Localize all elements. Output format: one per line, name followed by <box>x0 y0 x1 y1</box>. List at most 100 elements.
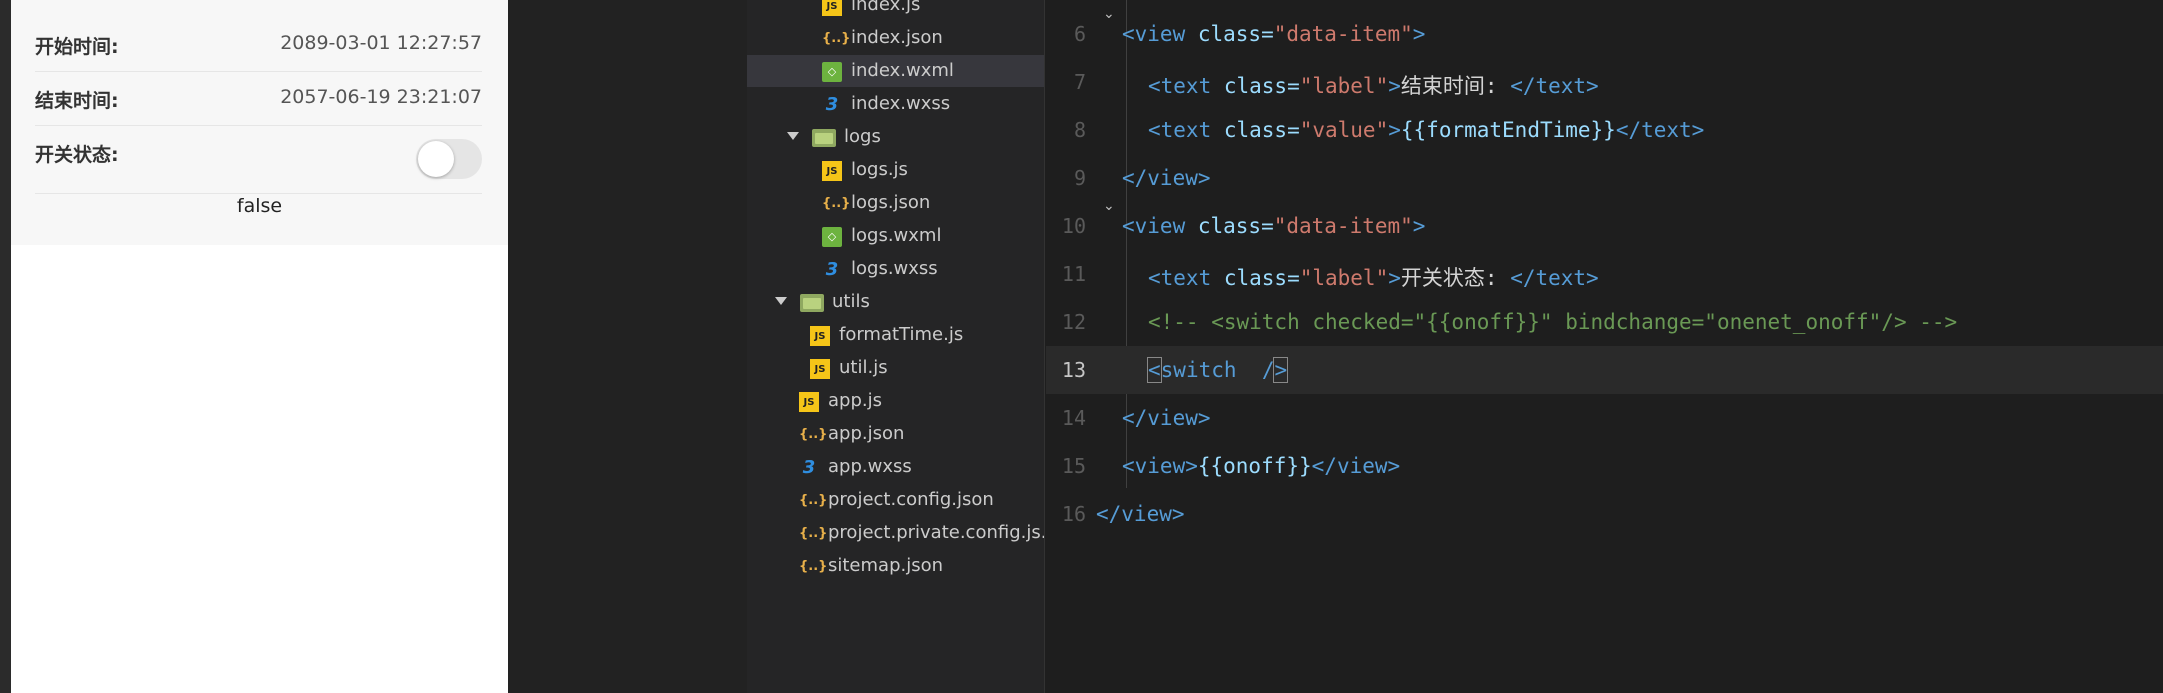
tree-item-label: app.js <box>828 390 882 411</box>
tree-item-label: utils <box>832 291 870 312</box>
tree-file-app-js[interactable]: JS app.js <box>747 385 1044 417</box>
tree-item-label: index.wxml <box>851 60 954 81</box>
code-token: <text <box>1148 74 1224 98</box>
code-token: > <box>1388 266 1401 290</box>
code-token: class= <box>1223 118 1300 142</box>
code-text: <text class="label">结束时间: </text> <box>1148 70 1599 100</box>
code-text: <text class="value">{{formatEndTime}}</t… <box>1148 118 1704 142</box>
code-token: </view> <box>1311 454 1401 478</box>
json-file-icon: {..} <box>799 427 828 442</box>
code-token: class= <box>1223 266 1300 290</box>
tree-file-index-json[interactable]: {..} index.json <box>747 22 1044 54</box>
code-token: </text> <box>1615 118 1705 142</box>
json-file-icon: {..} <box>799 493 828 508</box>
line-number: 8 <box>1073 118 1086 142</box>
fold-chevron-icon[interactable]: ⌄ <box>1103 198 1115 214</box>
code-text: <text class="label">开关状态: </text> <box>1148 262 1599 292</box>
code-token: </text> <box>1510 266 1599 290</box>
tree-file-app-json[interactable]: {..} app.json <box>747 418 1044 450</box>
tree-item-label: logs.js <box>851 159 908 180</box>
fold-chevron-icon[interactable]: ⌄ <box>1103 6 1115 22</box>
code-line-6[interactable]: 6 ⌄ <view class="data-item"> <box>1046 6 2163 58</box>
code-token: {{onoff}} <box>1197 454 1312 478</box>
code-line-14[interactable]: 14 </view> <box>1046 394 2163 442</box>
code-line-10[interactable]: 10 ⌄ <view class="data-item"> <box>1046 198 2163 250</box>
line-number: 12 <box>1061 310 1086 334</box>
code-text: <!-- <switch checked="{{onoff}}" bindcha… <box>1148 310 1957 334</box>
end-time-value: 2057-06-19 23:21:07 <box>280 86 482 108</box>
code-token: "label" <box>1299 266 1389 290</box>
code-token: </view> <box>1122 406 1211 430</box>
code-token: > <box>1388 74 1401 98</box>
code-text: <view class="data-item"> <box>1122 22 1425 46</box>
tree-item-label: formatTime.js <box>839 324 964 345</box>
code-token: "data-item" <box>1273 22 1413 46</box>
js-file-icon: JS <box>810 359 830 379</box>
code-token: {{formatEndTime}} <box>1400 118 1616 142</box>
js-file-icon: JS <box>822 161 842 181</box>
tree-file-logs-wxml[interactable]: ◇ logs.wxml <box>747 220 1044 252</box>
json-file-icon: {..} <box>822 196 851 211</box>
tree-item-label: project.config.json <box>828 489 994 510</box>
tree-item-label: app.wxss <box>828 456 912 477</box>
expand-arrow-icon[interactable] <box>775 297 787 305</box>
data-list: 开始时间: 2089-03-01 12:27:57 结束时间: 2057-06-… <box>11 0 508 245</box>
code-token: "data-item" <box>1273 214 1413 238</box>
tree-file-logs-json[interactable]: {..} logs.json <box>747 187 1044 219</box>
tree-file-sitemap-json[interactable]: {..} sitemap.json <box>747 550 1044 582</box>
tree-item-label: util.js <box>839 357 888 378</box>
code-line-12[interactable]: 12 <!-- <switch checked="{{onoff}}" bindc… <box>1046 298 2163 346</box>
tree-file-logs-js[interactable]: JS logs.js <box>747 154 1044 186</box>
dark-gap-panel <box>508 0 747 693</box>
code-token: class= <box>1197 214 1274 238</box>
line-number: 14 <box>1061 406 1086 430</box>
code-editor[interactable]: 6 ⌄ <view class="data-item"> 7 <text class="… <box>1046 0 2163 693</box>
tree-folder-utils[interactable]: utils <box>747 286 1044 318</box>
tree-file-index-wxss[interactable]: 3 index.wxss <box>747 88 1044 120</box>
line-number: 15 <box>1061 454 1086 478</box>
tree-item-label: sitemap.json <box>828 555 944 576</box>
js-file-icon: JS <box>810 326 830 346</box>
tree-folder-logs[interactable]: logs <box>747 121 1044 153</box>
wxss-file-icon: 3 <box>802 457 816 478</box>
code-text: <switch /> <box>1147 357 1289 383</box>
switch-toggle[interactable] <box>416 139 482 179</box>
line-number: 7 <box>1073 70 1086 94</box>
code-token: </view> <box>1096 502 1185 526</box>
start-time-value: 2089-03-01 12:27:57 <box>280 32 482 54</box>
tree-file-util-js[interactable]: JS util.js <box>747 352 1044 384</box>
tree-file-index-js[interactable]: JS index.js <box>747 0 1044 21</box>
code-line-7[interactable]: 7 <text class="label">结束时间: </text> <box>1046 58 2163 106</box>
code-line-9[interactable]: 9 </view> <box>1046 154 2163 202</box>
onoff-value-text: false <box>236 195 283 217</box>
line-number: 6 <box>1073 22 1086 46</box>
code-token: <view <box>1122 22 1198 46</box>
code-token: </view> <box>1122 166 1211 190</box>
tree-file-formattime-js[interactable]: JS formatTime.js <box>747 319 1044 351</box>
code-token: 结束时间: <box>1400 74 1511 98</box>
code-line-16[interactable]: 16 </view> <box>1046 490 2163 538</box>
code-text: </view> <box>1096 502 1185 526</box>
tree-file-app-wxss[interactable]: 3 app.wxss <box>747 451 1044 483</box>
code-token: class= <box>1223 74 1300 98</box>
code-line-13[interactable]: 13 <switch /> <box>1046 346 2163 394</box>
file-explorer: JS index.js {..} index.json ◇ index.wxml 3 inde… <box>747 0 1045 693</box>
code-text: <view class="data-item"> <box>1122 214 1425 238</box>
wxml-file-icon: ◇ <box>822 62 842 82</box>
wxml-file-icon: ◇ <box>822 227 842 247</box>
tree-file-project-config-json[interactable]: {..} project.config.json <box>747 484 1044 516</box>
code-line-15[interactable]: 15 <view>{{onoff}}</view> <box>1046 442 2163 490</box>
tree-item-label: project.private.config.js... <box>828 522 1045 543</box>
tree-item-label: logs.json <box>851 192 931 213</box>
tree-file-project-private-config-js-[interactable]: {..} project.private.config.js... <box>747 517 1045 549</box>
wxss-file-icon: 3 <box>825 94 839 115</box>
switch-status-label: 开关状态: <box>35 144 119 166</box>
tree-file-index-wxml[interactable]: ◇ index.wxml <box>747 55 1044 87</box>
json-file-icon: {..} <box>822 31 851 46</box>
code-token: switch <box>1160 358 1262 382</box>
code-line-11[interactable]: 11 <text class="label">开关状态: </text> <box>1046 250 2163 298</box>
expand-arrow-icon[interactable] <box>787 132 799 140</box>
code-line-8[interactable]: 8 <text class="value">{{formatEndTime}}</… <box>1046 106 2163 154</box>
json-file-icon: {..} <box>799 526 828 541</box>
tree-file-logs-wxss[interactable]: 3 logs.wxss <box>747 253 1044 285</box>
